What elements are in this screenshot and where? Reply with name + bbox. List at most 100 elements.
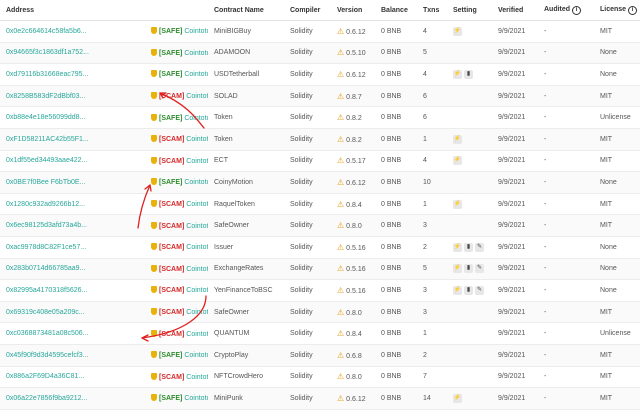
- table-row[interactable]: 0x8258B583dF2dBbf03... [SCAM]CointotuSOLA…: [0, 85, 640, 108]
- address-link[interactable]: 0x45f90f9d3d4595cefcf3...: [6, 352, 89, 359]
- source-link[interactable]: Cointotu: [186, 244, 208, 251]
- flash-icon[interactable]: ⚡: [453, 393, 462, 403]
- chart-icon[interactable]: ▮: [464, 69, 473, 79]
- table-row[interactable]: 0x6ec98125d3afd73a4b... [SCAM]CointotuSaf…: [0, 214, 640, 237]
- table-row[interactable]: 0x94665f3c1863df1a752... [SAFE] Cointotu AD…: [0, 42, 640, 65]
- source-link[interactable]: Cointotu: [186, 93, 208, 100]
- table-row[interactable]: 0x0e2c664614c58fa5b6... [SAFE] Cointotu Min…: [0, 20, 640, 43]
- license-cell: MIT: [594, 85, 640, 108]
- address-link[interactable]: 0x6ec98125d3afd73a4b...: [6, 222, 87, 229]
- address-link[interactable]: 0xac9978d8C82F1ce57...: [6, 244, 86, 251]
- address-link[interactable]: 0x69319c408e05a209c...: [6, 309, 85, 316]
- info-icon[interactable]: i: [572, 5, 582, 15]
- source-link[interactable]: Cointotu: [186, 136, 208, 143]
- source-link[interactable]: Cointotu: [186, 201, 208, 208]
- header-audited[interactable]: Audited i: [538, 0, 594, 21]
- audited-cell: -: [538, 366, 594, 389]
- table-row[interactable]: 0x283b0714d66785aa9... [SCAM]CointotuExch…: [0, 258, 640, 281]
- version-value: 0.5.17: [346, 158, 366, 166]
- version-cell: ⚠ 0.6.12: [331, 20, 375, 43]
- info-icon[interactable]: i: [628, 5, 638, 15]
- shield-icon: [151, 264, 157, 272]
- header-setting[interactable]: Setting: [447, 0, 492, 21]
- address-cell: 0x283b0714d66785aa9...: [0, 258, 145, 281]
- verified-cell: 9/9/2021: [492, 106, 538, 129]
- contract-name: NFTCrowdHero: [208, 366, 284, 389]
- source-link[interactable]: Cointotu: [184, 179, 208, 186]
- version-value: 0.8.4: [346, 201, 362, 209]
- chart-icon[interactable]: ▮: [464, 264, 473, 274]
- table-row[interactable]: 0x1280c932ad9266b12... [SCAM]CointotuRaqu…: [0, 193, 640, 216]
- address-cell: 0xd79116b31668eac795...: [0, 63, 145, 86]
- chart-icon[interactable]: ▮: [464, 242, 473, 252]
- source-link[interactable]: Cointotu: [184, 71, 208, 78]
- flash-icon[interactable]: ⚡: [453, 264, 462, 274]
- table-row[interactable]: 0xd79116b31668eac795... [SAFE] Cointotu USD…: [0, 63, 640, 86]
- address-link[interactable]: 0x0BE7f0Bee F6bTb0E...: [6, 179, 85, 186]
- table-row[interactable]: 0xac9978d8C82F1ce57... [SCAM]CointotuIssu…: [0, 236, 640, 259]
- table-row[interactable]: 0xb88e4e18e56099dd8... [SAFE] Cointotu Toke…: [0, 106, 640, 129]
- wrench-icon[interactable]: ✎: [475, 264, 484, 274]
- address-link[interactable]: 0x1280c932ad9266b12...: [6, 201, 85, 208]
- flash-icon[interactable]: ⚡: [453, 156, 462, 166]
- txns-cell: 5: [417, 258, 447, 281]
- source-link[interactable]: Cointotu: [186, 223, 208, 230]
- table-row[interactable]: 0x1df55ed34493aae422... [SCAM]CointotuECT…: [0, 150, 640, 173]
- flash-icon[interactable]: ⚡: [453, 199, 462, 209]
- address-link[interactable]: 0x94665f3c1863df1a752...: [6, 49, 89, 56]
- balance-cell: 0 BNB: [375, 63, 417, 86]
- header-contract-name[interactable]: Contract Name: [208, 0, 284, 21]
- address-link[interactable]: 0x1df55ed34493aae422...: [6, 157, 87, 164]
- table-row[interactable]: 0x82995a4170318f5626... [SCAM]CointotuYen…: [0, 279, 640, 302]
- status-badge: [SCAM]: [159, 201, 185, 209]
- header-balance[interactable]: Balance: [375, 0, 417, 21]
- flash-icon[interactable]: ⚡: [453, 26, 462, 36]
- address-link[interactable]: 0xc0368873481a08c506...: [6, 330, 89, 337]
- address-link[interactable]: 0xF1D58211AC42b55F1...: [6, 136, 89, 143]
- source-link[interactable]: Cointotu: [186, 287, 208, 294]
- warning-icon: ⚠: [337, 329, 345, 339]
- address-link[interactable]: 0xb88e4e18e56099dd8...: [6, 114, 85, 121]
- source-link[interactable]: Cointotu: [184, 50, 208, 57]
- source-link[interactable]: Cointotu: [186, 331, 208, 338]
- address-link[interactable]: 0x82995a4170318f5626...: [6, 287, 87, 294]
- header-txns[interactable]: Txns: [417, 0, 447, 21]
- table-row[interactable]: 0x0BE7f0Bee F6bTb0E... [SAFE] Cointotu Coin…: [0, 171, 640, 194]
- table-row[interactable]: 0x69319c408e05a209c... [SCAM]CointotuSafe…: [0, 301, 640, 324]
- address-link[interactable]: 0x8258B583dF2dBbf03...: [6, 93, 85, 100]
- source-link[interactable]: Cointotu: [186, 158, 208, 165]
- source-link[interactable]: Cointotu: [184, 115, 208, 122]
- source-link[interactable]: Cointotu: [184, 395, 208, 402]
- version-cell: ⚠ 0.5.16: [331, 279, 375, 302]
- header-version[interactable]: Version: [331, 0, 375, 21]
- header-compiler[interactable]: Compiler: [284, 0, 331, 21]
- address-link[interactable]: 0x283b0714d66785aa9...: [6, 265, 85, 272]
- source-link[interactable]: Cointotu: [186, 374, 208, 381]
- flash-icon[interactable]: ⚡: [453, 242, 462, 252]
- wrench-icon[interactable]: ✎: [475, 285, 484, 295]
- header-verified[interactable]: Verified: [492, 0, 538, 21]
- audited-cell: -: [538, 42, 594, 65]
- table-row[interactable]: 0xc0368873481a08c506... [SCAM]CointotuQUA…: [0, 322, 640, 345]
- table-row[interactable]: 0x886a2F69D4a36C81... [SCAM]CointotuNFTCr…: [0, 366, 640, 389]
- source-link[interactable]: Cointotu: [184, 352, 208, 359]
- wrench-icon[interactable]: ✎: [475, 242, 484, 252]
- address-link[interactable]: 0x886a2F69D4a36C81...: [6, 373, 84, 380]
- header-license[interactable]: License i: [594, 0, 640, 21]
- header-address[interactable]: Address: [0, 0, 145, 21]
- source-link[interactable]: Cointotu: [184, 28, 208, 35]
- flash-icon[interactable]: ⚡: [453, 69, 462, 79]
- table-row[interactable]: 0x06a22e7856f9ba9212... [SAFE] Cointotu Min…: [0, 387, 640, 410]
- version-cell: ⚠ 0.8.2: [331, 106, 375, 129]
- table-row[interactable]: 0x45f90f9d3d4595cefcf3... [SAFE] Cointotu C…: [0, 344, 640, 367]
- table-row[interactable]: 0xF1D58211AC42b55F1... [SCAM]CointotuToke…: [0, 128, 640, 151]
- flash-icon[interactable]: ⚡: [453, 134, 462, 144]
- audited-cell: -: [538, 236, 594, 259]
- source-link[interactable]: Cointotu: [186, 266, 208, 273]
- address-link[interactable]: 0xd79116b31668eac795...: [6, 71, 88, 78]
- address-link[interactable]: 0x06a22e7856f9ba9212...: [6, 395, 87, 402]
- source-link[interactable]: Cointotu: [186, 309, 208, 316]
- flash-icon[interactable]: ⚡: [453, 285, 462, 295]
- chart-icon[interactable]: ▮: [464, 285, 473, 295]
- address-link[interactable]: 0x0e2c664614c58fa5b6...: [6, 28, 87, 35]
